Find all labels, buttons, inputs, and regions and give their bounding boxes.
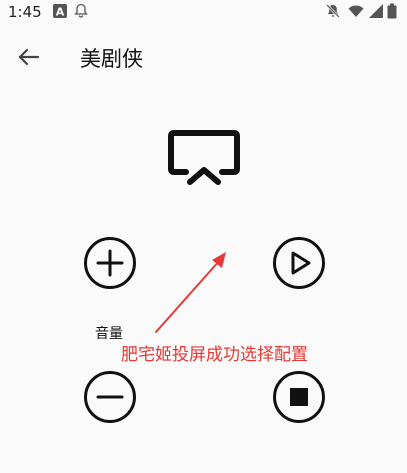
annotation-arrow-icon <box>155 252 226 333</box>
annotation-text: 肥宅姬投屏成功选择配置 <box>121 345 308 365</box>
stop-button[interactable] <box>272 370 326 424</box>
svg-text:A: A <box>56 6 65 19</box>
volume-up-button[interactable] <box>83 236 137 290</box>
play-button[interactable] <box>272 236 326 290</box>
wifi-icon <box>348 5 364 17</box>
status-bar: 1:45 A <box>0 0 407 26</box>
volume-label: 音量 <box>95 326 123 342</box>
app-bar: 美剧侠 <box>0 26 407 88</box>
a-badge-icon: A <box>53 4 67 19</box>
arrow-back-icon[interactable] <box>14 42 44 72</box>
signal-icon <box>369 4 383 18</box>
status-time: 1:45 <box>8 3 42 21</box>
bell-off-icon <box>74 3 88 18</box>
notifications-off-icon <box>326 4 340 18</box>
cast-icon[interactable] <box>166 126 242 192</box>
battery-icon <box>387 3 397 19</box>
page-title: 美剧侠 <box>80 47 143 71</box>
volume-down-button[interactable] <box>83 370 137 424</box>
